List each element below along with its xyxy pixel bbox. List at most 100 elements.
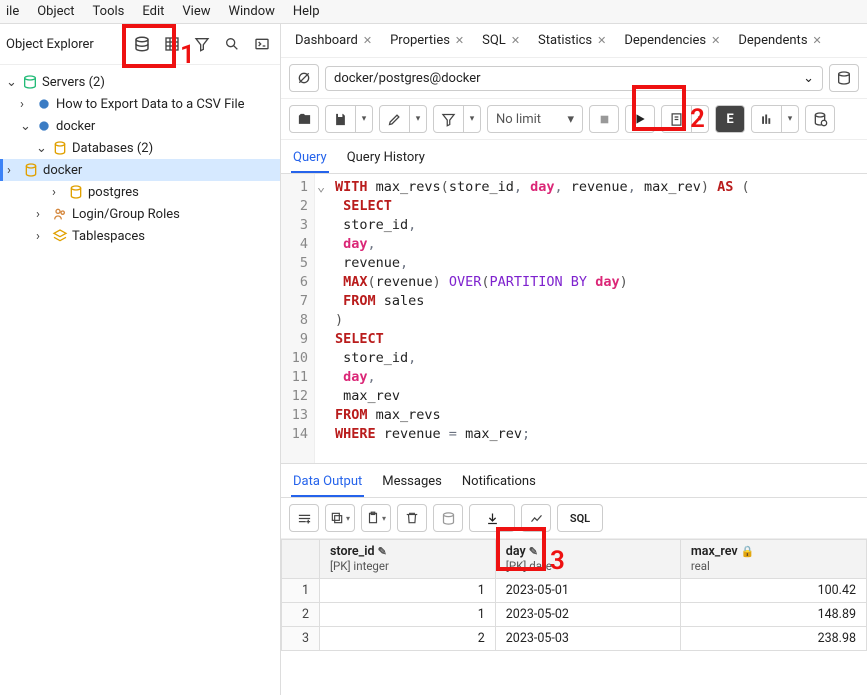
menu-file[interactable]: ile [6,4,19,19]
add-row-icon[interactable] [289,504,319,532]
chevron-down-icon: ⌄ [6,75,18,90]
edit-button[interactable]: ▾ [379,105,427,133]
copy-icon[interactable]: ▾ [325,504,355,532]
tab-dependents[interactable]: Dependents✕ [732,30,827,51]
sql-editor[interactable]: 1234567891011121314 ⌄ WITH max_revs(stor… [281,174,867,464]
sql-view-button[interactable]: SQL [557,504,603,532]
open-file-icon[interactable] [289,105,319,133]
tab-query[interactable]: Query [291,146,329,173]
table-row[interactable]: 322023-05-03238.98 [282,627,867,651]
execute-button[interactable] [625,105,655,133]
download-csv-icon[interactable] [469,504,515,532]
sql-code[interactable]: WITH max_revs(store_id, day, revenue, ma… [327,174,758,463]
close-icon[interactable]: ✕ [455,34,464,47]
close-icon[interactable]: ✕ [363,34,372,47]
tree-label: Databases (2) [72,141,153,156]
close-icon[interactable]: ✕ [813,34,822,47]
tab-properties[interactable]: Properties✕ [384,30,470,51]
view-data-icon[interactable] [158,30,186,58]
tree-db-docker[interactable]: › docker [0,159,280,181]
chevron-down-icon: ⌄ [20,119,32,134]
tablespace-icon [52,228,68,244]
tree-howto[interactable]: › How to Export Data to a CSV File [0,93,280,115]
main-panel: Dashboard✕ Properties✕ SQL✕ Statistics✕ … [281,24,867,695]
psql-icon[interactable] [248,30,276,58]
search-icon[interactable] [218,30,246,58]
tab-sql[interactable]: SQL✕ [476,30,526,51]
limit-select[interactable]: No limit▾ [487,105,583,133]
tree-label: docker [56,119,95,134]
paste-icon[interactable]: ▾ [361,504,391,532]
menu-edit[interactable]: Edit [142,4,164,19]
filter-button[interactable]: ▾ [433,105,481,133]
database-icon [52,140,68,156]
close-icon[interactable]: ✕ [511,34,520,47]
database-icon [23,162,39,178]
top-tabs: Dashboard✕ Properties✕ SQL✕ Statistics✕ … [281,24,867,58]
col-store-id[interactable]: store_id ✎[PK] integer [320,540,496,579]
table-row[interactable]: 112023-05-01100.42 [282,579,867,603]
database-icon [68,184,84,200]
chevron-right-icon: › [52,185,64,200]
menu-tools[interactable]: Tools [93,4,125,19]
save-data-icon[interactable] [433,504,463,532]
explain-e-button[interactable]: E [715,105,745,133]
connection-label: docker/postgres@docker [334,71,481,86]
menu-help[interactable]: Help [293,4,320,19]
lock-icon: 🔒 [741,545,755,558]
close-icon[interactable]: ✕ [597,34,606,47]
disconnect-icon[interactable] [289,64,319,92]
table-row[interactable]: 212023-05-02148.89 [282,603,867,627]
col-day[interactable]: day ✎[PK] date [495,540,680,579]
delete-icon[interactable] [397,504,427,532]
chevron-right-icon: › [36,207,48,222]
explain-button[interactable]: ▾ [661,105,709,133]
save-button[interactable]: ▾ [325,105,373,133]
output-toolbar: ▾ ▾ SQL [281,498,867,539]
graph-icon[interactable] [521,504,551,532]
filter-icon[interactable] [188,30,216,58]
tree-servers[interactable]: ⌄ Servers (2) [0,71,280,93]
object-explorer-panel: Object Explorer [0,24,281,695]
result-grid[interactable]: store_id ✎[PK] integer day ✎[PK] date ma… [281,539,867,651]
tree-label: Tablespaces [72,229,145,244]
roles-icon [52,206,68,222]
elephant-icon [36,118,52,134]
object-tree: ⌄ Servers (2) › How to Export Data to a … [0,65,280,695]
tree-databases[interactable]: ⌄ Databases (2) [0,137,280,159]
close-icon[interactable]: ✕ [711,34,720,47]
macro-button[interactable] [805,105,835,133]
tab-dependencies[interactable]: Dependencies✕ [618,30,726,51]
chevron-down-icon: ⌄ [36,141,48,156]
tab-query-history[interactable]: Query History [345,146,427,173]
col-max-rev[interactable]: max_rev 🔒real [680,540,866,579]
tree-db-postgres[interactable]: › postgres [0,181,280,203]
tree-login-roles[interactable]: › Login/Group Roles [0,203,280,225]
tab-notifications[interactable]: Notifications [460,470,538,497]
menubar: ile Object Tools Edit View Window Help [0,0,867,24]
object-explorer-title: Object Explorer [6,37,94,52]
fold-column: ⌄ [315,174,327,463]
server-icon[interactable] [829,64,859,92]
chevron-right-icon: › [20,97,32,112]
connection-select[interactable]: docker/postgres@docker ⌄ [325,66,823,91]
tab-data-output[interactable]: Data Output [291,470,364,497]
tab-messages[interactable]: Messages [380,470,444,497]
menu-object[interactable]: Object [37,4,74,19]
tree-tablespaces[interactable]: › Tablespaces [0,225,280,247]
commit-button[interactable]: ▾ [751,105,799,133]
tab-statistics[interactable]: Statistics✕ [532,30,612,51]
chevron-down-icon: ▾ [567,112,574,127]
tree-label: How to Export Data to a CSV File [56,97,245,112]
stop-button[interactable] [589,105,619,133]
menu-view[interactable]: View [182,4,210,19]
tab-dashboard[interactable]: Dashboard✕ [289,30,378,51]
query-tool-icon[interactable] [128,30,156,58]
servers-icon [22,74,38,90]
chevron-right-icon: › [7,163,19,178]
tree-docker-server[interactable]: ⌄ docker [0,115,280,137]
chevron-down-icon: ⌄ [803,71,814,86]
menu-window[interactable]: Window [228,4,274,19]
tree-label: postgres [88,185,139,200]
tree-label: Login/Group Roles [72,207,180,222]
